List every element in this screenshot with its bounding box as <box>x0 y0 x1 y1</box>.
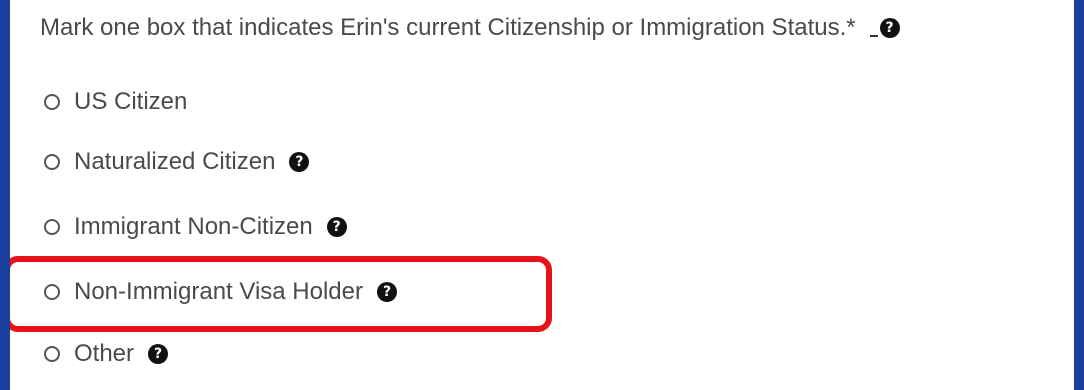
radio-icon[interactable] <box>44 219 60 235</box>
option-label: US Citizen <box>74 88 188 115</box>
question-prompt: Mark one box that indicates Erin's curre… <box>40 14 900 42</box>
underscore-mark <box>869 35 878 37</box>
option-label: Other <box>74 340 135 367</box>
radio-icon[interactable] <box>44 94 60 110</box>
option-us-citizen[interactable]: US Citizen <box>44 88 187 116</box>
option-label: Naturalized Citizen <box>74 148 276 175</box>
radio-icon[interactable] <box>44 346 60 362</box>
option-label: Immigrant Non-Citizen <box>74 213 313 240</box>
help-icon[interactable]: ? <box>377 282 397 302</box>
help-icon[interactable]: ? <box>326 217 347 237</box>
question-help-icon[interactable]: ? <box>879 18 900 38</box>
help-icon[interactable]: ? <box>148 344 169 364</box>
radio-icon[interactable] <box>44 154 60 170</box>
option-naturalized-citizen[interactable]: Naturalized Citizen ? <box>44 148 310 176</box>
help-icon[interactable]: ? <box>289 152 310 172</box>
form-panel: Mark one box that indicates Erin's curre… <box>10 0 1074 390</box>
option-label: Non-Immigrant Visa Holder <box>74 278 363 305</box>
option-immigrant-non-citizen[interactable]: Immigrant Non-Citizen ? <box>44 213 347 241</box>
option-non-immigrant-visa-holder[interactable]: Non-Immigrant Visa Holder ? <box>44 278 397 306</box>
radio-icon[interactable] <box>44 284 60 300</box>
question-text: Mark one box that indicates Erin's curre… <box>40 14 856 41</box>
option-other[interactable]: Other ? <box>44 340 169 368</box>
